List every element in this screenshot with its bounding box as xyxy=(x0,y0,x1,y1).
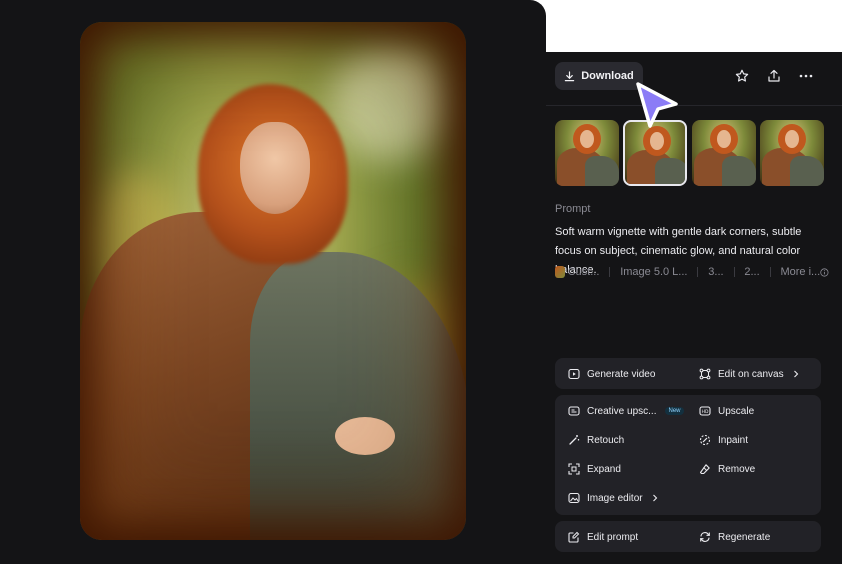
chevron-right-icon xyxy=(793,370,798,378)
video-canvas-actions: Generate video Edit on canvas xyxy=(555,358,821,389)
meta-separator xyxy=(697,267,699,277)
generated-image[interactable] xyxy=(80,22,466,540)
prompt-actions: Edit prompt Regenerate xyxy=(555,521,821,552)
inpaint-button[interactable]: Inpaint xyxy=(699,432,748,448)
thumb-dress xyxy=(722,156,756,186)
regenerate-icon xyxy=(700,532,710,542)
meta-separator xyxy=(733,267,735,277)
chevron-right-icon xyxy=(652,494,657,502)
variant-thumbnail-3[interactable] xyxy=(692,120,756,186)
regenerate-button[interactable]: Regenerate xyxy=(699,529,770,545)
upscale-label: Upscale xyxy=(718,405,755,417)
meta-separator xyxy=(609,267,611,277)
canvas-icon xyxy=(699,368,711,380)
thumb-face xyxy=(717,130,731,148)
meta-ratio: 3... xyxy=(708,266,724,278)
variant-thumbnail-1[interactable] xyxy=(555,120,619,186)
image-tools-actions: Creative upsc... New HD Upscale Retouch … xyxy=(555,395,821,515)
svg-text:HD: HD xyxy=(702,409,709,415)
upscale-button[interactable]: HD Upscale xyxy=(699,403,754,419)
meta-more-info[interactable]: More i... xyxy=(780,266,820,278)
generate-video-button[interactable]: Generate video xyxy=(568,366,655,382)
remove-label: Remove xyxy=(718,463,756,475)
share-icon xyxy=(768,69,780,82)
regenerate-label: Regenerate xyxy=(718,531,771,543)
inpaint-icon xyxy=(699,434,711,446)
star-icon xyxy=(735,69,749,82)
expand-button[interactable]: Expand xyxy=(568,461,621,477)
eraser-icon xyxy=(699,464,710,475)
retouch-label: Retouch xyxy=(587,434,625,446)
meta-style[interactable]: Cust... xyxy=(568,266,600,278)
thumb-dress xyxy=(655,158,685,184)
variant-thumbnail-4[interactable] xyxy=(760,120,824,186)
upscale-icon: HD xyxy=(699,406,711,416)
meta-separator xyxy=(769,267,771,277)
image-canvas xyxy=(0,0,546,564)
vignette-overlay xyxy=(80,22,466,540)
share-button[interactable] xyxy=(764,66,784,86)
thumb-face xyxy=(785,130,799,148)
app-stage: Download Prompt Soft warm vignette with … xyxy=(0,0,842,564)
creative-upscale-button[interactable]: Creative upsc... New xyxy=(568,403,684,419)
download-label: Download xyxy=(581,70,634,82)
meta-count: 2... xyxy=(744,266,760,278)
download-icon xyxy=(564,70,575,81)
inpaint-label: Inpaint xyxy=(718,434,749,446)
thumb-dress xyxy=(790,156,824,186)
creative-upscale-label: Creative upsc... xyxy=(587,405,657,417)
creative-upscale-icon xyxy=(568,406,580,416)
favorite-button[interactable] xyxy=(732,66,752,86)
new-badge: New xyxy=(665,407,684,415)
edit-prompt-icon xyxy=(568,531,580,543)
thumb-face xyxy=(650,132,664,150)
prompt-label: Prompt xyxy=(555,203,591,215)
details-panel: Download Prompt Soft warm vignette with … xyxy=(546,52,842,564)
cursor-pointer-icon xyxy=(636,82,678,128)
meta-model[interactable]: Image 5.0 L... xyxy=(620,266,687,278)
image-editor-button[interactable]: Image editor xyxy=(568,490,658,506)
info-icon[interactable] xyxy=(820,267,829,278)
expand-label: Expand xyxy=(587,463,621,475)
thumb-face xyxy=(580,130,594,148)
image-editor-label: Image editor xyxy=(587,492,643,504)
style-thumbnail xyxy=(555,266,565,278)
more-icon xyxy=(799,74,813,78)
edit-prompt-label: Edit prompt xyxy=(587,531,639,543)
image-editor-icon xyxy=(568,492,580,504)
generate-video-label: Generate video xyxy=(587,368,656,380)
retouch-button[interactable]: Retouch xyxy=(568,432,624,448)
video-icon xyxy=(568,368,580,380)
generation-meta: Cust... Image 5.0 L... 3... 2... More i.… xyxy=(555,265,829,279)
remove-button[interactable]: Remove xyxy=(699,461,755,477)
panel-divider xyxy=(546,105,842,106)
thumb-dress xyxy=(585,156,619,186)
edit-on-canvas-button[interactable]: Edit on canvas xyxy=(699,366,799,382)
more-options-button[interactable] xyxy=(796,66,816,86)
expand-icon xyxy=(568,463,580,475)
retouch-icon xyxy=(569,435,580,445)
edit-prompt-button[interactable]: Edit prompt xyxy=(568,529,638,545)
edit-on-canvas-label: Edit on canvas xyxy=(718,368,784,380)
